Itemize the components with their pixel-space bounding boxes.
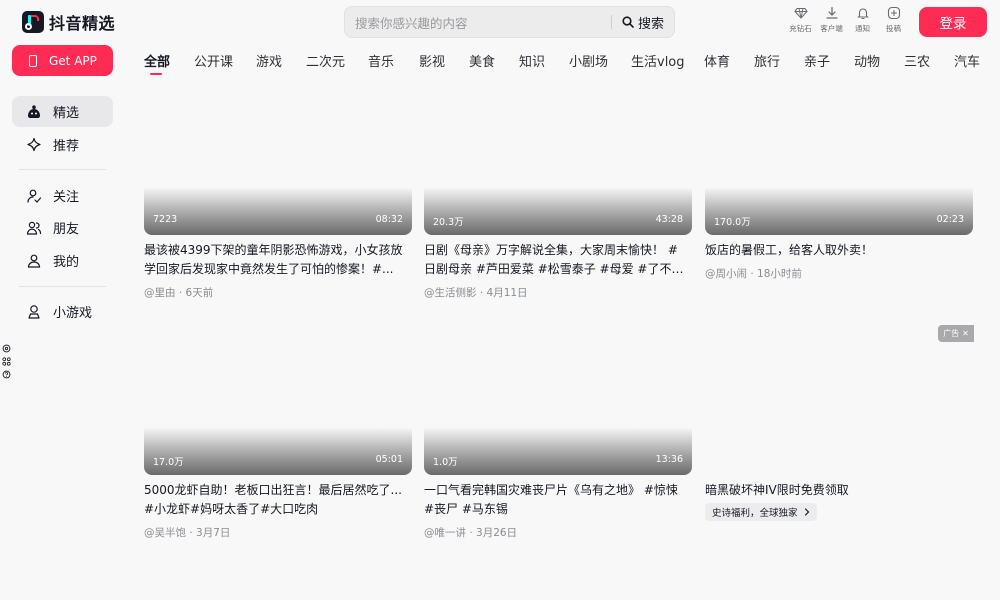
view-count: 7223 [153, 214, 178, 225]
bell-icon [856, 8, 869, 20]
sidebar-item-featured[interactable]: 精选 [12, 96, 113, 127]
video-author-meta[interactable]: @吴半饱 · 3月7日 [144, 525, 230, 540]
ad-title[interactable]: 暗黑破坏神IV限时免费领取 [705, 481, 849, 498]
plus-circle-icon [887, 6, 900, 20]
active-tab-indicator [150, 73, 162, 75]
notifications-button[interactable]: 通知 [847, 6, 878, 34]
sidebar-divider [19, 169, 106, 170]
search-icon [622, 16, 634, 28]
apps-icon[interactable] [2, 357, 11, 366]
get-app-label: Get APP [49, 53, 97, 68]
video-author-meta[interactable]: @生活侧影 · 4月11日 [424, 285, 528, 300]
sidebar-mini-tools [2, 344, 11, 379]
logo-text: 抖音精选 [49, 14, 116, 33]
sidebar-label-friends: 朋友 [53, 222, 80, 237]
notifications-label: 通知 [855, 24, 870, 33]
login-button[interactable]: 登录 [919, 7, 987, 37]
ad-badge-label: 广告 [943, 329, 960, 338]
header-actions: 充钻石 客户端 通知 投稿 [785, 6, 909, 34]
video-thumbnail[interactable]: 17.0万 05:01 [144, 427, 412, 475]
video-thumbnail[interactable]: 7223 08:32 [144, 187, 412, 235]
upload-button[interactable]: 投稿 [878, 6, 909, 34]
ad-cta-chip[interactable]: 史诗福利，全球独家 [705, 503, 817, 521]
top-header: 抖音精选 搜索你感兴趣的内容 搜索 充钻石 客户端 通知 投稿 登录 [0, 0, 1000, 44]
follow-icon [27, 189, 42, 203]
phone-icon [29, 54, 37, 67]
tab-games[interactable]: 游戏 [256, 51, 282, 70]
sidebar-item-minigames[interactable]: 小游戏 [12, 296, 113, 327]
ad-chip-label: 史诗福利，全球独家 [712, 508, 798, 519]
tab-open-course[interactable]: 公开课 [194, 51, 233, 70]
sparkle-icon [27, 137, 41, 151]
close-icon[interactable]: ✕ [962, 329, 969, 338]
video-duration: 43:28 [655, 214, 683, 225]
video-thumbnail[interactable]: 170.0万 02:23 [705, 187, 973, 235]
client-download-button[interactable]: 客户端 [816, 6, 847, 34]
featured-icon [28, 104, 40, 118]
tab-anime[interactable]: 二次元 [306, 51, 345, 70]
video-duration: 02:23 [936, 214, 964, 225]
sidebar-item-follow[interactable]: 关注 [12, 180, 113, 211]
sidebar-item-recommend[interactable]: 推荐 [12, 129, 113, 160]
sidebar-divider [19, 286, 106, 287]
video-thumbnail[interactable]: 1.0万 13:36 [424, 427, 692, 475]
video-title[interactable]: 一口气看完韩国灾难丧尸片《乌有之地》 #惊悚 #丧尸 #马东锡 [424, 481, 692, 519]
tab-all[interactable]: 全部 [144, 51, 170, 70]
sidebar-label-featured: 精选 [53, 106, 80, 121]
tab-food[interactable]: 美食 [469, 51, 495, 70]
sidebar-label-me: 我的 [53, 255, 80, 270]
tab-theater[interactable]: 小剧场 [569, 51, 608, 70]
diamond-icon [793, 7, 808, 19]
video-author-meta[interactable]: @唯一讲 · 3月26日 [424, 525, 517, 540]
video-title[interactable]: 最该被4399下架的童年阴影恐怖游戏，小女孩放 学回家后发现家中竟然发生了可怕的… [144, 241, 412, 279]
profile-icon [27, 254, 41, 268]
douyin-logo-icon [22, 11, 44, 33]
video-author-meta[interactable]: @周小闹 · 18小时前 [705, 266, 802, 281]
search-button-label: 搜索 [637, 16, 664, 32]
sidebar-label-recommend: 推荐 [53, 139, 80, 154]
view-count: 1.0万 [433, 457, 458, 468]
sidebar-label-minigames: 小游戏 [53, 306, 93, 321]
video-duration: 08:32 [375, 214, 403, 225]
sidebar-item-friends[interactable]: 朋友 [12, 212, 113, 243]
tab-knowledge[interactable]: 知识 [519, 51, 545, 70]
minigame-icon [28, 304, 40, 319]
sidebar-item-me[interactable]: 我的 [12, 245, 113, 276]
ad-badge[interactable]: 广告 ✕ [938, 325, 974, 342]
video-title[interactable]: 日剧《母亲》万字解说全集，大家周末愉快！ # 日剧母亲 #芦田爱菜 #松雪泰子 … [424, 241, 692, 279]
sidebar-label-follow: 关注 [53, 190, 80, 205]
chevron-right-icon [804, 508, 809, 516]
tab-agriculture[interactable]: 三农 [904, 51, 930, 70]
upload-label: 投稿 [886, 24, 901, 33]
search-bar: 搜索你感兴趣的内容 搜索 [344, 6, 675, 38]
search-button[interactable]: 搜索 [612, 7, 674, 37]
video-title[interactable]: 饭店的暑假工，给客人取外卖！ [705, 241, 973, 260]
recharge-label: 充钻石 [789, 24, 812, 33]
tab-travel[interactable]: 旅行 [754, 51, 780, 70]
get-app-button[interactable]: Get APP [12, 45, 113, 76]
tab-sports[interactable]: 体育 [704, 51, 730, 70]
tab-animals[interactable]: 动物 [854, 51, 880, 70]
view-count: 20.3万 [433, 217, 464, 228]
view-count: 17.0万 [153, 457, 184, 468]
video-author-meta[interactable]: @里由 · 6天前 [144, 285, 213, 300]
tab-film[interactable]: 影视 [419, 51, 445, 70]
video-duration: 05:01 [375, 454, 403, 465]
video-title[interactable]: 5000龙虾自助！老板口出狂言！最后居然吃了... #小龙虾#妈呀太香了#大口吃… [144, 481, 412, 519]
download-icon [825, 6, 838, 19]
tab-cars[interactable]: 汽车 [954, 51, 980, 70]
video-duration: 13:36 [655, 454, 683, 465]
recharge-button[interactable]: 充钻石 [785, 6, 816, 34]
client-label: 客户端 [820, 24, 843, 33]
settings-icon[interactable] [2, 344, 11, 353]
tab-music[interactable]: 音乐 [368, 51, 394, 70]
tab-parenting[interactable]: 亲子 [804, 51, 830, 70]
tab-vlog[interactable]: 生活vlog [631, 51, 685, 70]
help-icon[interactable] [2, 370, 11, 379]
friends-icon [26, 221, 42, 235]
view-count: 170.0万 [714, 217, 751, 228]
search-input[interactable]: 搜索你感兴趣的内容 [345, 13, 611, 32]
video-thumbnail[interactable]: 20.3万 43:28 [424, 187, 692, 235]
douyin-logo[interactable]: 抖音精选 [22, 10, 115, 34]
